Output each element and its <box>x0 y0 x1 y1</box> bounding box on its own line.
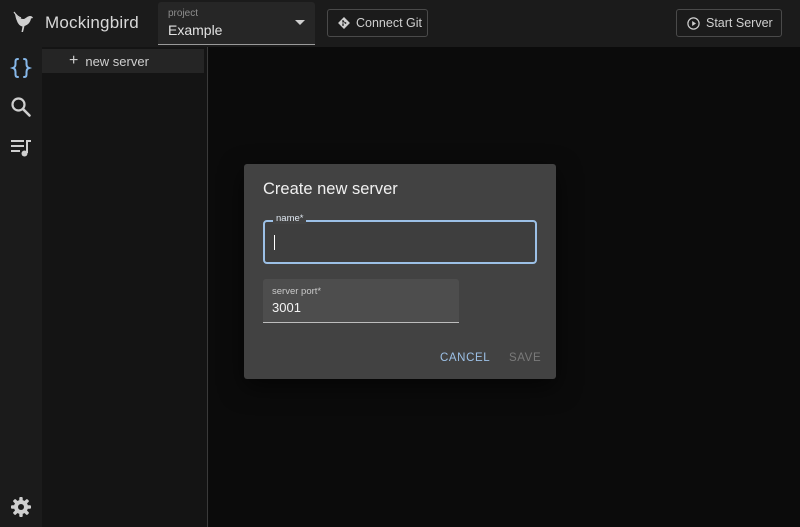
new-server-label: new server <box>85 53 149 69</box>
new-server-button[interactable]: + new server <box>42 49 204 73</box>
server-list-panel: + new server <box>42 47 208 527</box>
server-port-label: server port* <box>272 286 322 297</box>
name-field[interactable]: name* <box>263 213 537 264</box>
name-field-label: name* <box>273 213 307 224</box>
start-server-button[interactable]: Start Server <box>676 9 782 37</box>
chevron-down-icon <box>295 20 305 25</box>
create-server-dialog: Create new server name* server port* 300… <box>244 164 556 379</box>
top-app-bar: Mockingbird project Example Connect Git … <box>0 0 800 47</box>
connect-git-label: Connect Git <box>356 16 423 30</box>
search-icon[interactable] <box>9 95 33 119</box>
gear-icon[interactable] <box>9 495 33 519</box>
play-circle-icon <box>687 16 700 30</box>
playlist-icon[interactable] <box>9 136 33 160</box>
cancel-button[interactable]: CANCEL <box>440 352 490 364</box>
server-port-field[interactable]: server port* 3001 <box>263 279 459 323</box>
project-select[interactable]: project Example <box>158 2 315 45</box>
text-cursor <box>274 235 275 250</box>
server-port-value: 3001 <box>272 300 301 315</box>
side-rail <box>0 47 42 527</box>
bird-icon <box>13 11 33 32</box>
dialog-title: Create new server <box>263 180 398 198</box>
project-select-value: Example <box>168 22 223 38</box>
project-select-label: project <box>168 8 199 19</box>
start-server-label: Start Server <box>706 16 773 30</box>
save-button[interactable]: SAVE <box>509 352 541 364</box>
app-title: Mockingbird <box>45 13 139 32</box>
plus-icon: + <box>69 52 79 69</box>
git-icon <box>338 17 350 29</box>
braces-icon[interactable] <box>9 56 33 80</box>
connect-git-button[interactable]: Connect Git <box>327 9 428 37</box>
